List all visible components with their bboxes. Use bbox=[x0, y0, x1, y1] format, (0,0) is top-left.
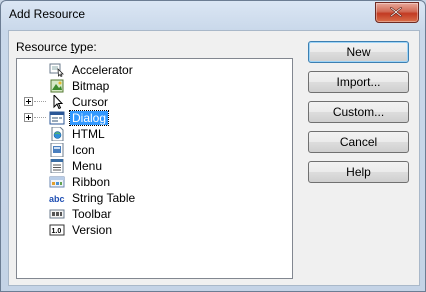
new-button[interactable]: New bbox=[308, 41, 409, 63]
tree-item-label: HTML bbox=[72, 127, 105, 141]
tree-item-menu[interactable]: Menu bbox=[17, 158, 287, 174]
bitmap-icon bbox=[50, 79, 64, 93]
cursor-icon bbox=[53, 95, 64, 109]
string-table-icon: abc bbox=[49, 194, 65, 204]
tree-item-accelerator[interactable]: Accelerator bbox=[17, 62, 287, 78]
tree-item-ribbon[interactable]: Ribbon bbox=[17, 174, 287, 190]
tree-item-label: String Table bbox=[72, 191, 136, 205]
abc-glyph: abc bbox=[49, 194, 65, 204]
help-button[interactable]: Help bbox=[308, 161, 409, 183]
tree-item-icon[interactable]: Icon bbox=[17, 142, 287, 158]
tree-item-dialog[interactable]: Dialog bbox=[17, 110, 287, 126]
tree-item-html[interactable]: HTML bbox=[17, 126, 287, 142]
close-icon bbox=[390, 7, 402, 17]
tree-item-bitmap[interactable]: Bitmap bbox=[17, 78, 287, 94]
icon-resource-icon bbox=[50, 143, 64, 157]
tree-item-label: Toolbar bbox=[72, 207, 112, 221]
resource-type-label: Resource type: bbox=[16, 40, 97, 54]
custom-button[interactable]: Custom... bbox=[308, 101, 409, 123]
tree-item-label: Bitmap bbox=[72, 79, 110, 93]
accelerator-icon bbox=[49, 63, 64, 77]
tree-item-label: Cursor bbox=[72, 95, 109, 109]
button-label: ew bbox=[355, 45, 371, 59]
window-title: Add Resource bbox=[9, 7, 86, 21]
tree-item-cursor[interactable]: Cursor bbox=[17, 94, 287, 110]
tree-item-label: Icon bbox=[72, 143, 95, 157]
dialog-body: Resource type: Accelerator Bitmap Cursor… bbox=[8, 30, 420, 286]
tree-connector bbox=[34, 117, 46, 118]
button-label: ustom... bbox=[341, 105, 385, 119]
dialog-icon bbox=[49, 111, 65, 125]
button-label: ancel bbox=[348, 135, 378, 149]
accel-key: N bbox=[346, 45, 356, 59]
tree-connector bbox=[34, 101, 46, 102]
menu-icon bbox=[50, 159, 64, 173]
html-icon bbox=[51, 127, 64, 141]
accel-key: H bbox=[346, 165, 355, 179]
cancel-button[interactable]: Cancel bbox=[308, 131, 409, 153]
tree-item-label: Ribbon bbox=[72, 175, 111, 189]
add-resource-dialog: Add Resource Resource type: Accelerator bbox=[0, 0, 426, 292]
tree-item-label: Accelerator bbox=[72, 63, 133, 77]
import-button[interactable]: Import... bbox=[308, 71, 409, 93]
button-label: elp bbox=[354, 165, 371, 179]
toolbar-icon bbox=[49, 209, 65, 219]
tree-item-version[interactable]: 1.0 Version bbox=[17, 222, 287, 238]
ribbon-icon bbox=[49, 176, 65, 188]
tree-item-label: Version bbox=[72, 223, 113, 237]
tree-item-string-table[interactable]: abc String Table bbox=[17, 190, 287, 206]
tree-item-label: Menu bbox=[72, 159, 103, 173]
version-icon: 1.0 bbox=[49, 224, 65, 236]
expand-icon[interactable] bbox=[24, 97, 33, 106]
tree-item-toolbar[interactable]: Toolbar bbox=[17, 206, 287, 222]
label-suffix: ype: bbox=[74, 40, 97, 54]
version-glyph: 1.0 bbox=[52, 228, 62, 235]
close-button[interactable] bbox=[375, 2, 419, 23]
label-prefix: Resource bbox=[16, 40, 71, 54]
tree-item-label: Dialog bbox=[68, 110, 110, 126]
button-label: mport... bbox=[339, 75, 381, 89]
resource-type-tree[interactable]: Accelerator Bitmap Cursor Dialog HTML Ic… bbox=[16, 58, 293, 279]
expand-icon[interactable] bbox=[24, 113, 33, 122]
title-bar[interactable]: Add Resource bbox=[1, 1, 425, 29]
